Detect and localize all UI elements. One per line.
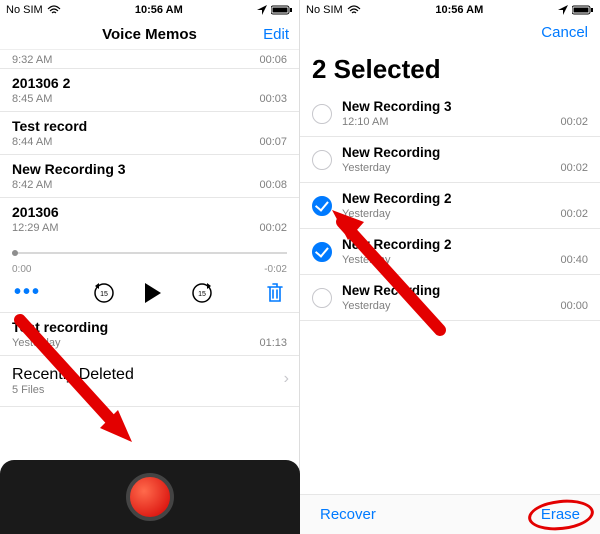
scrubber[interactable] [12,246,287,264]
memo-time: Yesterday [342,300,391,312]
status-bar: No SIM 10:56 AM [300,0,600,20]
edit-button[interactable]: Edit [263,26,289,43]
checkbox[interactable] [312,150,332,170]
trash-icon[interactable] [265,282,285,304]
memo-time: Yesterday [342,208,391,220]
memo-title: 201306 2 [12,75,287,91]
memo-time: Yesterday [342,162,391,174]
memo-title: New Recording [342,145,588,160]
memo-duration: 01:13 [259,337,287,349]
location-icon [558,5,568,15]
memo-duration: 00:02 [259,222,287,234]
recently-deleted-title: Recently Deleted [12,366,287,384]
recently-deleted-count: 5 Files [12,384,287,396]
scrub-remaining: -0:02 [264,264,287,275]
clock: 10:56 AM [435,4,483,16]
checkbox[interactable] [312,288,332,308]
memo-row[interactable]: New Recording 3 8:42 AM 00:08 [0,155,299,198]
deleted-row[interactable]: New Recording 2 Yesterday 00:02 [300,183,600,229]
memo-duration: 00:02 [560,162,588,174]
memo-duration: 00:02 [560,116,588,128]
memo-duration: 00:07 [259,136,287,148]
checkbox-checked[interactable] [312,196,332,216]
carrier-label: No SIM [306,4,343,16]
memo-title: New Recording [342,283,588,298]
memo-time: Yesterday [12,337,61,349]
memo-duration: 00:03 [259,93,287,105]
memo-time: 9:32 AM [12,54,52,66]
memo-time: 8:45 AM [12,93,52,105]
carrier-label: No SIM [6,4,43,16]
nav-bar: Voice Memos Edit [0,20,299,50]
memo-title: Test record [12,118,287,134]
checkbox-checked[interactable] [312,242,332,262]
bottom-toolbar: Recover Erase [300,494,600,534]
playback-controls: ••• 15 15 [0,279,299,313]
record-button[interactable] [126,473,174,521]
memo-duration: 00:06 [259,54,287,66]
memo-time: Yesterday [342,254,391,266]
memo-time: 8:44 AM [12,136,52,148]
status-bar: No SIM 10:56 AM [0,0,299,20]
memo-row[interactable]: Test recording Yesterday 01:13 [0,313,299,356]
memo-duration: 00:40 [560,254,588,266]
memo-time: 12:10 AM [342,116,388,128]
wifi-icon [347,5,361,15]
recently-deleted-row[interactable]: Recently Deleted 5 Files › [0,356,299,407]
nav-title: Voice Memos [102,26,197,43]
deleted-row[interactable]: New Recording Yesterday 00:00 [300,275,600,321]
memo-time: 12:29 AM [12,222,58,234]
memo-title: New Recording 2 [342,237,588,252]
erase-button[interactable]: Erase [541,506,580,523]
cancel-button[interactable]: Cancel [541,24,588,41]
memo-duration: 00:08 [259,179,287,191]
memo-duration: 00:02 [560,208,588,220]
forward-15-icon[interactable]: 15 [191,282,213,304]
memo-title: New Recording 2 [342,191,588,206]
checkbox[interactable] [312,104,332,124]
deleted-row[interactable]: New Recording 3 12:10 AM 00:02 [300,91,600,137]
chevron-right-icon: › [284,370,289,388]
svg-text:15: 15 [198,291,206,298]
memo-row[interactable]: Test record 8:44 AM 00:07 [0,112,299,155]
location-icon [257,5,267,15]
recover-button[interactable]: Recover [320,506,376,523]
memo-title: New Recording 3 [342,99,588,114]
memo-row-selected[interactable]: 201306 12:29 AM 00:02 [0,198,299,240]
memo-duration: 00:00 [560,300,588,312]
record-bar [0,460,300,534]
recently-deleted-screen: No SIM 10:56 AM Cancel 2 Selected New Re… [300,0,600,534]
wifi-icon [47,5,61,15]
rewind-15-icon[interactable]: 15 [93,282,115,304]
selection-heading: 2 Selected [300,46,600,91]
memo-row[interactable]: 201306 2 8:45 AM 00:03 [0,69,299,112]
memo-row-partial[interactable]: 9:32 AM 00:06 [0,50,299,69]
battery-icon [271,5,293,15]
battery-icon [572,5,594,15]
memo-title: Test recording [12,319,287,335]
deleted-row[interactable]: New Recording 2 Yesterday 00:40 [300,229,600,275]
memo-time: 8:42 AM [12,179,52,191]
deleted-row[interactable]: New Recording Yesterday 00:02 [300,137,600,183]
memo-title: New Recording 3 [12,161,287,177]
clock: 10:56 AM [135,4,183,16]
voice-memos-screen: No SIM 10:56 AM Voice Memos Edit 9:32 AM… [0,0,300,534]
svg-text:15: 15 [100,291,108,298]
more-button[interactable]: ••• [14,281,41,304]
memo-title: 201306 [12,204,287,220]
play-button[interactable] [145,283,161,303]
scrub-elapsed: 0:00 [12,264,31,275]
